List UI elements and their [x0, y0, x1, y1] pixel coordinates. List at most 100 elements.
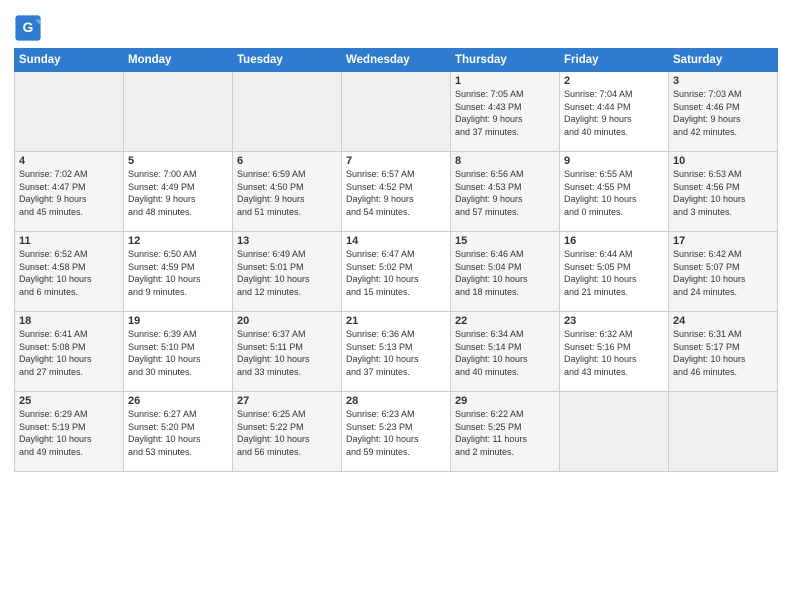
day-info: Sunrise: 6:34 AM Sunset: 5:14 PM Dayligh… [455, 328, 555, 378]
calendar-cell: 5Sunrise: 7:00 AM Sunset: 4:49 PM Daylig… [124, 152, 233, 232]
logo-icon: G [14, 14, 42, 42]
calendar-cell: 14Sunrise: 6:47 AM Sunset: 5:02 PM Dayli… [342, 232, 451, 312]
calendar-cell: 13Sunrise: 6:49 AM Sunset: 5:01 PM Dayli… [233, 232, 342, 312]
header: G [14, 10, 778, 42]
day-number: 19 [128, 315, 228, 327]
day-number: 21 [346, 315, 446, 327]
calendar-cell: 9Sunrise: 6:55 AM Sunset: 4:55 PM Daylig… [560, 152, 669, 232]
day-info: Sunrise: 6:25 AM Sunset: 5:22 PM Dayligh… [237, 408, 337, 458]
day-info: Sunrise: 6:59 AM Sunset: 4:50 PM Dayligh… [237, 168, 337, 218]
calendar-cell: 8Sunrise: 6:56 AM Sunset: 4:53 PM Daylig… [451, 152, 560, 232]
calendar-cell: 12Sunrise: 6:50 AM Sunset: 4:59 PM Dayli… [124, 232, 233, 312]
calendar-cell: 1Sunrise: 7:05 AM Sunset: 4:43 PM Daylig… [451, 72, 560, 152]
calendar-week-row: 25Sunrise: 6:29 AM Sunset: 5:19 PM Dayli… [15, 392, 778, 472]
page: G SundayMondayTuesdayWednesdayThursdayFr… [0, 0, 792, 612]
calendar-cell: 2Sunrise: 7:04 AM Sunset: 4:44 PM Daylig… [560, 72, 669, 152]
calendar-week-row: 18Sunrise: 6:41 AM Sunset: 5:08 PM Dayli… [15, 312, 778, 392]
calendar-cell [124, 72, 233, 152]
day-info: Sunrise: 6:42 AM Sunset: 5:07 PM Dayligh… [673, 248, 773, 298]
day-number: 14 [346, 235, 446, 247]
day-number: 26 [128, 395, 228, 407]
day-info: Sunrise: 7:05 AM Sunset: 4:43 PM Dayligh… [455, 88, 555, 138]
day-info: Sunrise: 6:39 AM Sunset: 5:10 PM Dayligh… [128, 328, 228, 378]
day-number: 8 [455, 155, 555, 167]
calendar-cell [233, 72, 342, 152]
day-number: 20 [237, 315, 337, 327]
calendar-day-header: Saturday [669, 49, 778, 72]
calendar-day-header: Thursday [451, 49, 560, 72]
day-number: 17 [673, 235, 773, 247]
day-info: Sunrise: 6:55 AM Sunset: 4:55 PM Dayligh… [564, 168, 664, 218]
svg-text:G: G [23, 19, 34, 35]
calendar-cell: 6Sunrise: 6:59 AM Sunset: 4:50 PM Daylig… [233, 152, 342, 232]
calendar-cell: 29Sunrise: 6:22 AM Sunset: 5:25 PM Dayli… [451, 392, 560, 472]
day-info: Sunrise: 6:49 AM Sunset: 5:01 PM Dayligh… [237, 248, 337, 298]
day-info: Sunrise: 7:03 AM Sunset: 4:46 PM Dayligh… [673, 88, 773, 138]
day-info: Sunrise: 6:44 AM Sunset: 5:05 PM Dayligh… [564, 248, 664, 298]
day-info: Sunrise: 6:37 AM Sunset: 5:11 PM Dayligh… [237, 328, 337, 378]
day-number: 10 [673, 155, 773, 167]
day-number: 6 [237, 155, 337, 167]
calendar-day-header: Monday [124, 49, 233, 72]
calendar-cell: 28Sunrise: 6:23 AM Sunset: 5:23 PM Dayli… [342, 392, 451, 472]
calendar-week-row: 4Sunrise: 7:02 AM Sunset: 4:47 PM Daylig… [15, 152, 778, 232]
calendar-day-header: Wednesday [342, 49, 451, 72]
calendar-header-row: SundayMondayTuesdayWednesdayThursdayFrid… [15, 49, 778, 72]
day-number: 12 [128, 235, 228, 247]
day-number: 23 [564, 315, 664, 327]
calendar-cell: 10Sunrise: 6:53 AM Sunset: 4:56 PM Dayli… [669, 152, 778, 232]
calendar-week-row: 11Sunrise: 6:52 AM Sunset: 4:58 PM Dayli… [15, 232, 778, 312]
day-info: Sunrise: 6:22 AM Sunset: 5:25 PM Dayligh… [455, 408, 555, 458]
day-info: Sunrise: 6:50 AM Sunset: 4:59 PM Dayligh… [128, 248, 228, 298]
day-number: 16 [564, 235, 664, 247]
day-info: Sunrise: 7:04 AM Sunset: 4:44 PM Dayligh… [564, 88, 664, 138]
day-info: Sunrise: 7:00 AM Sunset: 4:49 PM Dayligh… [128, 168, 228, 218]
day-number: 5 [128, 155, 228, 167]
calendar-cell: 15Sunrise: 6:46 AM Sunset: 5:04 PM Dayli… [451, 232, 560, 312]
day-info: Sunrise: 6:47 AM Sunset: 5:02 PM Dayligh… [346, 248, 446, 298]
day-info: Sunrise: 6:41 AM Sunset: 5:08 PM Dayligh… [19, 328, 119, 378]
calendar: SundayMondayTuesdayWednesdayThursdayFrid… [14, 48, 778, 472]
calendar-cell: 26Sunrise: 6:27 AM Sunset: 5:20 PM Dayli… [124, 392, 233, 472]
calendar-cell: 17Sunrise: 6:42 AM Sunset: 5:07 PM Dayli… [669, 232, 778, 312]
day-info: Sunrise: 6:46 AM Sunset: 5:04 PM Dayligh… [455, 248, 555, 298]
day-info: Sunrise: 6:36 AM Sunset: 5:13 PM Dayligh… [346, 328, 446, 378]
calendar-cell [669, 392, 778, 472]
calendar-cell: 18Sunrise: 6:41 AM Sunset: 5:08 PM Dayli… [15, 312, 124, 392]
calendar-cell: 4Sunrise: 7:02 AM Sunset: 4:47 PM Daylig… [15, 152, 124, 232]
day-number: 1 [455, 75, 555, 87]
day-number: 15 [455, 235, 555, 247]
day-number: 28 [346, 395, 446, 407]
calendar-cell: 25Sunrise: 6:29 AM Sunset: 5:19 PM Dayli… [15, 392, 124, 472]
day-number: 4 [19, 155, 119, 167]
calendar-cell: 27Sunrise: 6:25 AM Sunset: 5:22 PM Dayli… [233, 392, 342, 472]
day-number: 13 [237, 235, 337, 247]
day-number: 2 [564, 75, 664, 87]
day-number: 9 [564, 155, 664, 167]
day-number: 3 [673, 75, 773, 87]
calendar-cell: 16Sunrise: 6:44 AM Sunset: 5:05 PM Dayli… [560, 232, 669, 312]
day-info: Sunrise: 7:02 AM Sunset: 4:47 PM Dayligh… [19, 168, 119, 218]
day-info: Sunrise: 6:27 AM Sunset: 5:20 PM Dayligh… [128, 408, 228, 458]
day-number: 24 [673, 315, 773, 327]
calendar-cell: 21Sunrise: 6:36 AM Sunset: 5:13 PM Dayli… [342, 312, 451, 392]
calendar-cell: 24Sunrise: 6:31 AM Sunset: 5:17 PM Dayli… [669, 312, 778, 392]
day-number: 11 [19, 235, 119, 247]
calendar-cell: 3Sunrise: 7:03 AM Sunset: 4:46 PM Daylig… [669, 72, 778, 152]
day-info: Sunrise: 6:53 AM Sunset: 4:56 PM Dayligh… [673, 168, 773, 218]
day-number: 7 [346, 155, 446, 167]
day-number: 22 [455, 315, 555, 327]
calendar-cell: 20Sunrise: 6:37 AM Sunset: 5:11 PM Dayli… [233, 312, 342, 392]
day-info: Sunrise: 6:23 AM Sunset: 5:23 PM Dayligh… [346, 408, 446, 458]
day-info: Sunrise: 6:32 AM Sunset: 5:16 PM Dayligh… [564, 328, 664, 378]
calendar-day-header: Friday [560, 49, 669, 72]
calendar-cell: 22Sunrise: 6:34 AM Sunset: 5:14 PM Dayli… [451, 312, 560, 392]
day-number: 29 [455, 395, 555, 407]
calendar-cell: 7Sunrise: 6:57 AM Sunset: 4:52 PM Daylig… [342, 152, 451, 232]
calendar-cell [560, 392, 669, 472]
day-number: 25 [19, 395, 119, 407]
day-info: Sunrise: 6:56 AM Sunset: 4:53 PM Dayligh… [455, 168, 555, 218]
calendar-day-header: Sunday [15, 49, 124, 72]
day-number: 27 [237, 395, 337, 407]
calendar-day-header: Tuesday [233, 49, 342, 72]
